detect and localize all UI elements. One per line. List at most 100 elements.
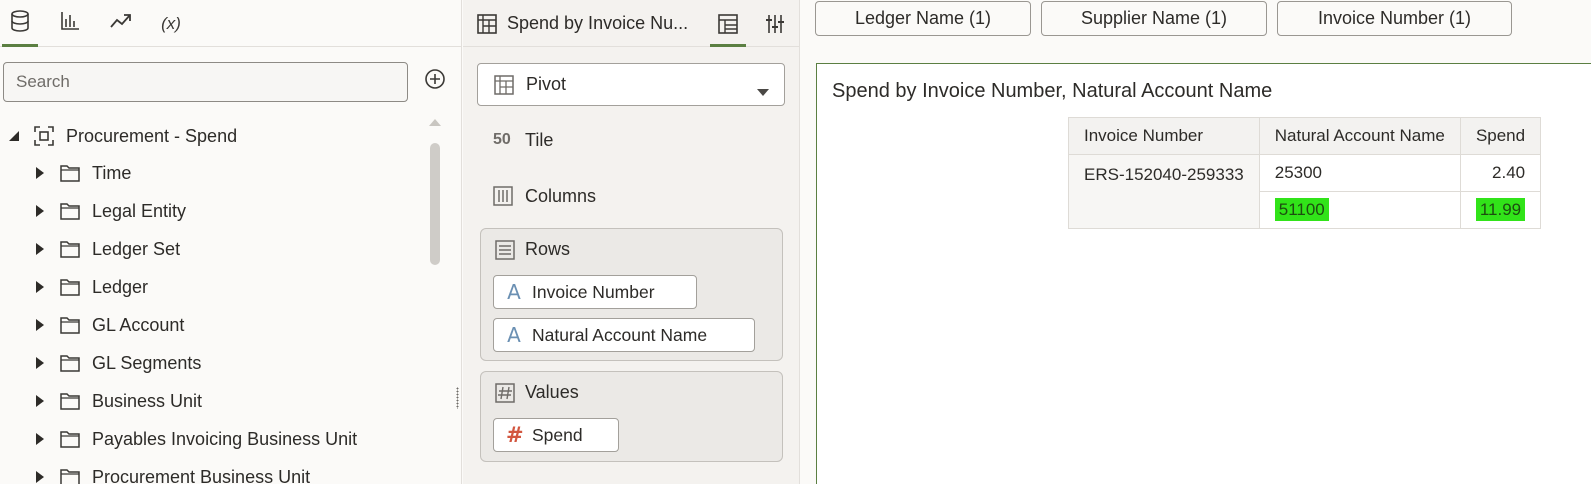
sliders-icon <box>765 14 785 34</box>
tree-root-label: Procurement - Spend <box>66 125 238 146</box>
header-invoice-number[interactable]: Invoice Number <box>1068 117 1260 155</box>
tree-folder-label: Payables Invoicing Business Unit <box>92 428 358 449</box>
tab-calculations[interactable]: (x) <box>153 0 189 47</box>
grammar-panel: Spend by Invoice Nu... Pivot 50 Tile Col… <box>463 0 800 484</box>
filter-invoice-number[interactable]: Invoice Number (1) <box>1277 1 1512 36</box>
tree-folder-label: GL Account <box>92 314 185 335</box>
value-pill-spend[interactable]: # Spend <box>493 418 619 452</box>
cell-spend[interactable]: 11.99 <box>1459 191 1542 229</box>
expand-triangle-icon[interactable] <box>30 470 50 484</box>
folder-icon <box>60 202 80 220</box>
tree-folder-label: Legal Entity <box>92 200 187 221</box>
data-element-tree: Procurement - Spend Time Legal Entity Ledg… <box>0 117 420 484</box>
tree-folder-time[interactable]: Time <box>30 154 131 192</box>
expand-triangle-icon[interactable] <box>30 394 50 408</box>
rows-icon <box>495 239 515 260</box>
plus-circle-icon <box>424 68 446 95</box>
values-drop-target[interactable]: Values # Spend <box>480 371 783 462</box>
header-natural-account-name[interactable]: Natural Account Name <box>1258 117 1461 155</box>
folder-icon <box>60 316 80 334</box>
expand-triangle-icon[interactable] <box>30 166 50 180</box>
folder-icon <box>60 278 80 296</box>
values-header: Values <box>495 382 579 403</box>
collapse-triangle-icon[interactable] <box>4 130 24 142</box>
tree-root-procurement-spend[interactable]: Procurement - Spend <box>4 117 237 155</box>
attribute-icon: A <box>507 280 521 304</box>
viz-title-tab[interactable]: Spend by Invoice Nu... <box>477 0 688 47</box>
cell-natural-account[interactable]: 51100 <box>1258 191 1461 229</box>
tab-analytics[interactable] <box>103 0 139 47</box>
table-row: ERS-152040-259333 25300 2.40 <box>1068 154 1542 229</box>
tree-folder-gl-account[interactable]: GL Account <box>30 306 184 344</box>
scrollbar-thumb[interactable] <box>430 143 440 265</box>
filter-ledger-name[interactable]: Ledger Name (1) <box>815 1 1031 36</box>
header-spend[interactable]: Spend <box>1459 117 1542 155</box>
tab-data[interactable] <box>2 0 38 47</box>
attribute-icon: A <box>507 323 521 347</box>
expand-triangle-icon[interactable] <box>30 242 50 256</box>
grammar-panel-icon <box>718 13 738 34</box>
row-pill-label: Natural Account Name <box>532 324 708 345</box>
canvas-area: Ledger Name (1) Supplier Name (1) Invoic… <box>801 0 1591 484</box>
filter-supplier-name[interactable]: Supplier Name (1) <box>1041 1 1267 36</box>
values-label: Values <box>525 382 579 402</box>
folder-icon <box>60 240 80 258</box>
rows-header: Rows <box>495 239 570 260</box>
expand-triangle-icon[interactable] <box>30 280 50 294</box>
panel-resize-handle[interactable] <box>456 387 459 409</box>
tree-folder-label: Business Unit <box>92 390 203 411</box>
tree-folder-ledger[interactable]: Ledger <box>30 268 148 306</box>
folder-icon <box>60 354 80 372</box>
tree-folder-label: Ledger Set <box>92 238 181 259</box>
tab-properties[interactable] <box>757 0 793 47</box>
pivot-visualization[interactable]: Spend by Invoice Number, Natural Account… <box>816 63 1591 484</box>
filter-label: Supplier Name (1) <box>1080 8 1228 28</box>
grammar-panel-header: Spend by Invoice Nu... <box>463 0 800 47</box>
database-icon <box>10 10 30 37</box>
trend-icon <box>110 13 132 34</box>
values-icon <box>495 382 515 403</box>
expand-triangle-icon[interactable] <box>30 204 50 218</box>
row-pill-invoice-number[interactable]: A Invoice Number <box>493 275 697 309</box>
viz-type-select[interactable]: Pivot <box>477 63 785 106</box>
expand-triangle-icon[interactable] <box>30 318 50 332</box>
pivot-type-icon <box>494 74 514 95</box>
expand-triangle-icon[interactable] <box>30 432 50 446</box>
cell-spend[interactable]: 2.40 <box>1459 154 1542 192</box>
tree-folder-label: Time <box>92 162 132 183</box>
tile-label: Tile <box>525 129 554 150</box>
rows-drop-target[interactable]: Rows A Invoice Number A Natural Account … <box>480 228 783 361</box>
row-pill-label: Invoice Number <box>532 281 655 302</box>
tree-folder-payables-invoicing-business-unit[interactable]: Payables Invoicing Business Unit <box>30 420 357 458</box>
tree-folder-label: GL Segments <box>92 352 202 373</box>
tile-drop-target[interactable]: 50 Tile <box>493 125 553 155</box>
pivot-header-row: Invoice Number Natural Account Name Spen… <box>1068 117 1542 155</box>
value-pill-label: Spend <box>532 424 583 445</box>
columns-icon <box>493 186 515 206</box>
search-input[interactable] <box>3 62 408 102</box>
tab-visualizations[interactable] <box>52 0 88 47</box>
tree-folder-gl-segments[interactable]: GL Segments <box>30 344 201 382</box>
rows-label: Rows <box>525 239 571 259</box>
columns-drop-target[interactable]: Columns <box>493 181 596 211</box>
highlight-mark: 51100 <box>1274 198 1329 221</box>
tree-folder-label: Ledger <box>92 276 149 297</box>
columns-label: Columns <box>525 185 597 206</box>
tree-folder-business-unit[interactable]: Business Unit <box>30 382 202 420</box>
scroll-up-arrow-icon[interactable] <box>428 117 442 133</box>
cell-invoice-number[interactable]: ERS-152040-259333 <box>1068 154 1260 229</box>
measure-icon: # <box>506 423 524 447</box>
row-pill-natural-account-name[interactable]: A Natural Account Name <box>493 318 755 352</box>
tab-grammar[interactable] <box>710 0 746 47</box>
data-panel: (x) Procurement - Spend Time Legal Entity… <box>0 0 462 484</box>
add-data-button[interactable] <box>422 68 448 94</box>
tree-scrollbar[interactable] <box>428 117 442 277</box>
filter-label: Invoice Number (1) <box>1317 8 1472 28</box>
expand-triangle-icon[interactable] <box>30 356 50 370</box>
subject-area-icon <box>34 126 54 146</box>
tree-folder-procurement-business-unit[interactable]: Procurement Business Unit <box>30 458 310 484</box>
pivot-table: Invoice Number Natural Account Name Spen… <box>1068 117 1542 229</box>
tree-folder-legal-entity[interactable]: Legal Entity <box>30 192 186 230</box>
cell-natural-account[interactable]: 25300 <box>1258 154 1461 192</box>
tree-folder-ledger-set[interactable]: Ledger Set <box>30 230 180 268</box>
